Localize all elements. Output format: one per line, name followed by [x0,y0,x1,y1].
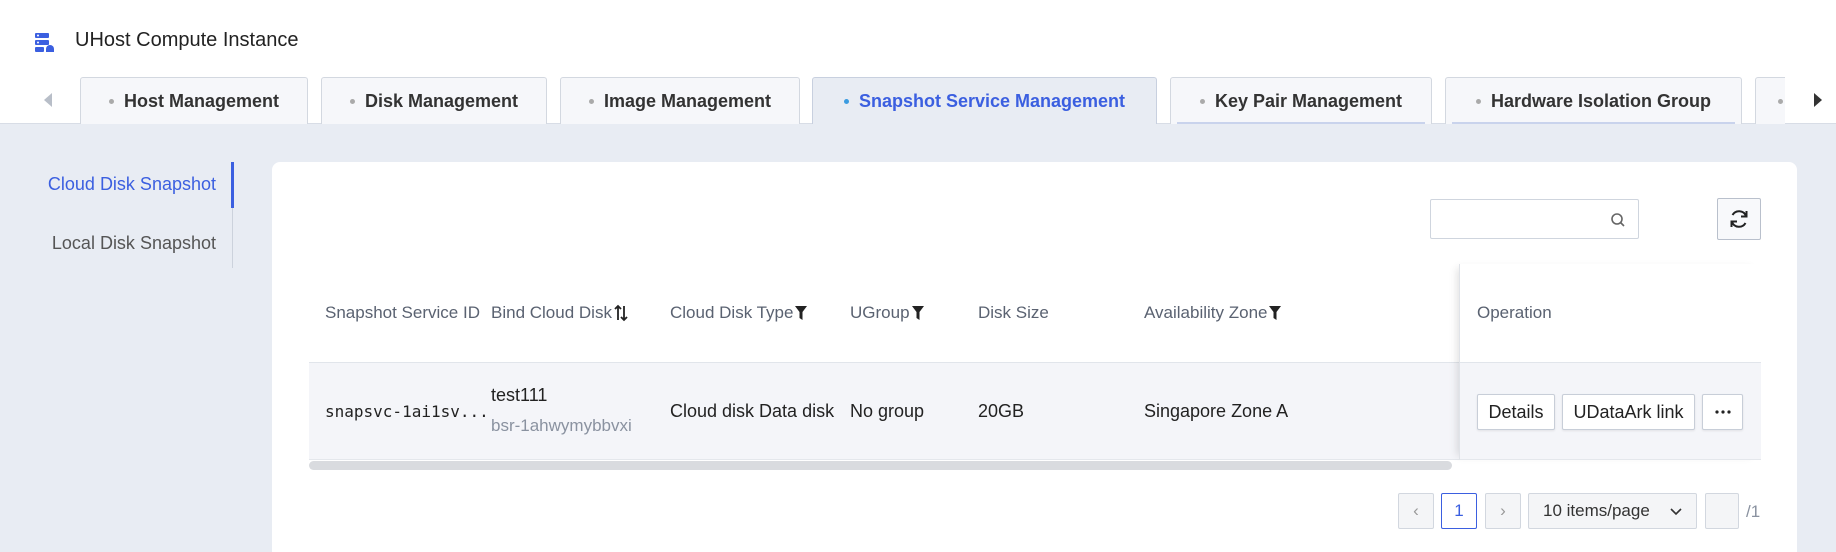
filter-icon[interactable] [1269,306,1282,320]
tab-hardware-isolation-group[interactable]: Hardware Isolation Group [1445,77,1742,124]
search-icon[interactable] [1610,212,1626,228]
tab-dot [1475,98,1481,104]
app-header: UHost Compute Instance Host Management D… [0,0,1836,124]
caret-left-icon [44,93,52,107]
tabs-scroll-right-button[interactable] [1808,88,1828,112]
tab-snapshot-service-management[interactable]: Snapshot Service Management [812,77,1157,124]
tab-disk-management[interactable]: Disk Management [321,77,547,124]
filter-icon[interactable] [911,306,924,320]
tab-dot [588,98,594,104]
snapshot-service-id[interactable]: snapsvc-1ai1sv... [325,402,489,421]
column-header-cloud-disk-type[interactable]: Cloud Disk Type [670,264,808,362]
tab-label: Image Management [603,90,772,111]
more-actions-button[interactable] [1702,394,1743,430]
sidebar-item-local-disk-snapshot[interactable]: Local Disk Snapshot [52,233,216,254]
tab-label: Hardware Isolation Group [1490,90,1712,111]
tab-label: Disk Management [364,90,519,111]
refresh-button[interactable] [1717,198,1761,240]
total-pages: /1 [1746,502,1761,521]
column-header-bind-cloud-disk[interactable]: Bind Cloud Disk [491,264,628,362]
availability-zone-value: Singapore Zone A [1144,401,1289,421]
column-header-availability-zone[interactable]: Availability Zone [1144,264,1282,362]
tab-host-management[interactable]: Host Management [80,77,308,124]
page-jump-input[interactable] [1705,493,1739,529]
tab-dot [1778,98,1783,104]
horizontal-scrollbar[interactable] [309,461,1452,470]
page-size-select[interactable]: 10 items/page [1528,493,1697,529]
sidebar-item-cloud-disk-snapshot[interactable]: Cloud Disk Snapshot [48,174,216,195]
column-header-label: Bind Cloud Disk [491,303,612,322]
tab-overflow[interactable] [1755,77,1785,124]
tab-underline [1177,122,1425,124]
sidebar-active-indicator [231,162,234,208]
bind-disk-name: test111 [491,385,548,405]
tabs-scroll-left-button[interactable] [38,88,58,112]
refresh-icon [1730,210,1748,228]
column-header-label: Availability Zone [1144,303,1268,322]
tab-label: Host Management [123,90,280,111]
tab-dot [1199,98,1205,104]
prev-page-button[interactable]: ‹ [1398,493,1434,529]
column-header-ugroup[interactable]: UGroup [850,264,924,362]
column-header-label: UGroup [850,303,910,322]
tab-image-management[interactable]: Image Management [560,77,800,124]
column-header-snapshot-service-id: Snapshot Service ID [325,303,480,322]
disk-size-value: 20GB [978,401,1025,421]
tab-label: Snapshot Service Management [858,90,1126,111]
more-icon [1714,410,1731,414]
tab-underline [1452,122,1735,124]
column-header-label: Cloud Disk Type [670,303,794,322]
cloud-disk-type: Cloud disk Data disk [670,401,835,421]
udataark-link-button[interactable]: UDataArk link [1562,394,1695,430]
filter-icon[interactable] [795,306,808,320]
details-button[interactable]: Details [1477,394,1555,430]
chevron-down-icon [1670,508,1682,516]
tab-dot [108,98,114,104]
page-title: UHost Compute Instance [75,29,299,51]
operation-column: Operation [1459,264,1761,460]
ugroup-value: No group [850,401,925,421]
next-page-button[interactable]: › [1485,493,1521,529]
page-1-button[interactable]: 1 [1441,493,1477,529]
search-input[interactable] [1430,199,1639,239]
tab-bar: Host Management Disk Management Image Ma… [80,77,1785,124]
sort-icon[interactable] [614,304,628,322]
tab-key-pair-management[interactable]: Key Pair Management [1170,77,1432,124]
caret-right-icon [1814,93,1822,107]
page-size-value: 10 items/page [1543,501,1650,520]
tab-dot [349,98,355,104]
bind-disk-id: bsr-1ahwymybbvxi [491,416,632,435]
tab-dot [843,98,849,104]
tab-label: Key Pair Management [1214,90,1403,111]
column-header-disk-size: Disk Size [978,303,1049,322]
column-header-operation: Operation [1477,303,1552,322]
server-stack-icon [35,33,54,52]
